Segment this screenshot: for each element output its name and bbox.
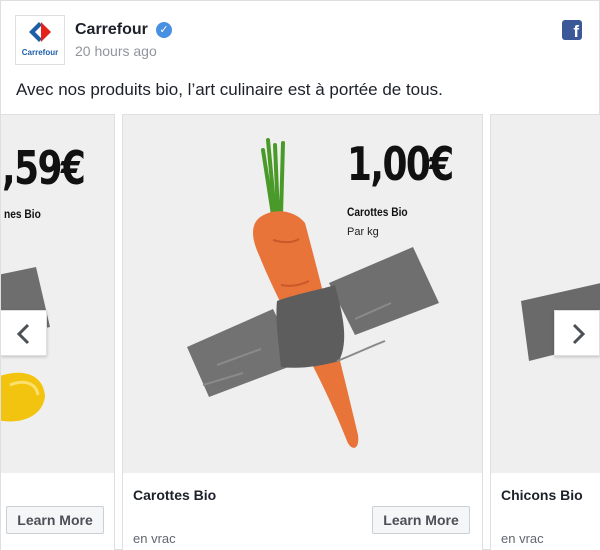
chevron-left-icon <box>16 323 30 345</box>
carrefour-logo-word: Carrefour <box>21 48 59 57</box>
post-timestamp[interactable]: 20 hours ago <box>75 43 157 59</box>
previous-card-product-photo <box>1 267 50 422</box>
verified-badge-icon: ✓ <box>156 22 172 38</box>
post-message: Avec nos produits bio, l’art culinaire e… <box>16 80 443 99</box>
main-card-image: 1,00€ Carottes Bio Par kg <box>123 115 482 473</box>
previous-card-learn-more-button[interactable]: Learn More <box>6 506 104 534</box>
next-card-image <box>491 115 600 473</box>
facebook-icon[interactable]: f <box>562 20 582 40</box>
main-card-price-label: Carottes Bio <box>347 205 408 219</box>
chevron-right-icon <box>572 323 586 345</box>
next-card-title[interactable]: Chicons Bio <box>501 487 583 503</box>
carousel-next-button[interactable] <box>554 310 600 356</box>
next-card-product-photo <box>521 283 600 361</box>
carousel-card-carottes-bio[interactable]: 1,00€ Carottes Bio Par kg Carottes Bio e… <box>122 114 483 550</box>
next-card-subtitle: en vrac <box>501 531 544 546</box>
carrefour-logo-mark <box>29 22 51 42</box>
carrefour-logo[interactable]: Carrefour <box>15 15 65 65</box>
previous-card-image: ,59€ nes Bio <box>1 115 114 473</box>
carousel-previous-button[interactable] <box>1 310 47 356</box>
page-name-link[interactable]: Carrefour <box>75 21 148 39</box>
main-card-price: 1,00€ <box>347 137 454 191</box>
product-carousel: ,59€ nes Bio Learn More 1,00€ Carottes B… <box>1 114 600 550</box>
main-card-price-unit: Par kg <box>347 226 379 238</box>
main-card-title[interactable]: Carottes Bio <box>133 487 216 503</box>
main-card-subtitle: en vrac <box>133 531 176 546</box>
facebook-ad-post: Carrefour Carrefour ✓ 20 hours ago f Ave… <box>0 0 600 550</box>
main-card-learn-more-button[interactable]: Learn More <box>372 506 470 534</box>
